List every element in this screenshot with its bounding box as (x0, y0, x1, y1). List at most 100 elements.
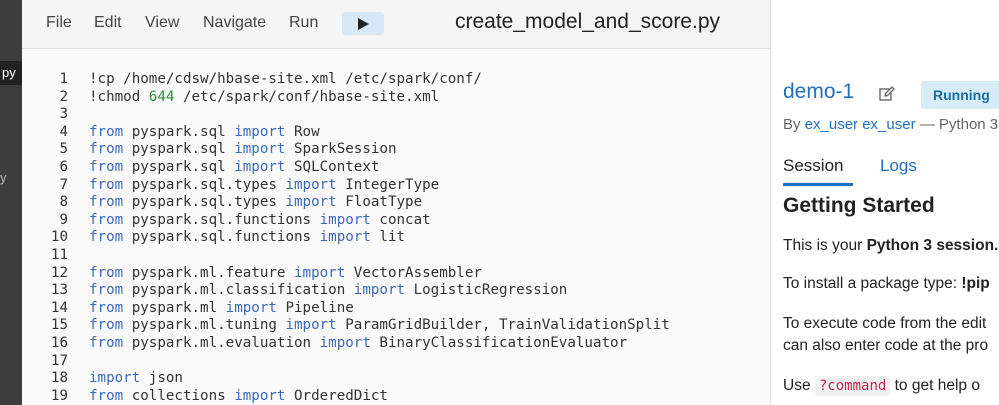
code-line[interactable]: 14 from pyspark.ml import Pipeline (22, 299, 354, 318)
code-line[interactable]: 4 from pyspark.sql import Row (22, 123, 319, 142)
code-line[interactable]: 7 from pyspark.sql.types import IntegerTy… (22, 177, 439, 195)
keyword-token: import (234, 123, 286, 140)
code-token: pyspark.sql (123, 158, 235, 175)
code-line[interactable]: 15 from pyspark.ml.tuning import ParamGri… (22, 317, 670, 335)
code-token: Row (285, 123, 320, 140)
code-text: !chmod 644 /etc/spark/conf/hbase-site.xm… (89, 89, 439, 107)
line-number: 9 (59, 211, 68, 228)
code-token: pyspark.sql (123, 141, 235, 158)
code-text: from pyspark.sql import SQLContext (89, 159, 379, 177)
code-line[interactable]: 3 (22, 106, 68, 124)
line-number: 10 (50, 229, 68, 246)
code-line[interactable]: 1 !cp /home/cdsw/hbase-site.xml /etc/spar… (22, 71, 481, 89)
line-number: 15 (50, 317, 68, 334)
editor-toolbar: File Edit View Navigate Run create_model… (22, 0, 770, 49)
code-line[interactable]: 13 from pyspark.ml.classification import … (22, 282, 567, 300)
sidebar-item[interactable]: y (0, 170, 7, 185)
line-number: 2 (59, 88, 68, 105)
keyword-token: import (225, 299, 277, 316)
menu-edit[interactable]: Edit (94, 14, 122, 32)
keyword-token: import (319, 229, 371, 246)
status-badge: Running (921, 81, 999, 109)
line-number: 6 (59, 158, 68, 175)
code-line[interactable]: 5 from pyspark.sql import SparkSession (22, 141, 396, 159)
keyword-token: from (89, 387, 124, 404)
line-number: 17 (50, 352, 68, 369)
code-line[interactable]: 6 from pyspark.sql import SQLContext (22, 158, 379, 177)
help-text: Use (783, 377, 815, 394)
session-name[interactable]: demo-1 (783, 80, 854, 104)
code-token: pyspark.ml.classification (123, 282, 354, 299)
code-token: pyspark.sql.functions (123, 229, 320, 246)
keyword-token: import (353, 282, 406, 299)
file-name: create_model_and_score.py (455, 10, 721, 33)
line-number: 8 (59, 194, 68, 211)
line-number: 4 (59, 123, 68, 140)
code-line[interactable]: 18 import json (22, 370, 183, 388)
code-line[interactable]: 12 from pyspark.ml.feature import VectorA… (22, 264, 482, 283)
code-line[interactable]: 10 from pyspark.sql.functions import lit (22, 229, 405, 247)
code-text: from pyspark.sql.types import FloatType (89, 194, 422, 212)
keyword-token: import (294, 264, 346, 281)
execute-line-2: can also enter code at the pro (783, 337, 989, 354)
code-token: pyspark.ml.feature (123, 264, 295, 281)
code-text: from pyspark.sql.functions import lit (89, 229, 405, 247)
menu-run[interactable]: Run (289, 14, 318, 32)
code-token: pyspark.sql.types (123, 176, 286, 193)
code-text: from pyspark.ml import Pipeline (89, 300, 354, 318)
help-command: ?command (814, 376, 891, 396)
code-lines[interactable]: 1 !cp /home/cdsw/hbase-site.xml /etc/spar… (22, 71, 670, 405)
keyword-token: from (89, 317, 124, 334)
code-line[interactable]: 9 from pyspark.sql.functions import conca… (22, 211, 430, 230)
keyword-token: from (89, 334, 124, 351)
code-line[interactable]: 8 from pyspark.sql.types import FloatType (22, 194, 422, 212)
user-link[interactable]: ex_user ex_user (805, 116, 916, 133)
install-text: To install a package type: (783, 275, 962, 292)
keyword-token: from (89, 299, 124, 316)
code-line[interactable]: 19 from collections import OrderedDict (22, 387, 388, 405)
intro-paragraph: This is your Python 3 session. (783, 235, 998, 257)
code-token: VectorAssembler (345, 264, 482, 281)
code-token: !cp /home/cdsw/hbase-site.xml /etc/spark… (89, 71, 482, 87)
tab-logs[interactable]: Logs (880, 156, 917, 176)
edit-icon[interactable] (878, 85, 896, 103)
keyword-token: import (234, 387, 286, 404)
code-token: OrderedDict (285, 387, 388, 404)
execute-line-1: To execute code from the edit (783, 315, 987, 332)
line-number: 3 (59, 106, 68, 123)
keyword-token: from (89, 141, 124, 158)
line-number: 12 (50, 264, 68, 281)
line-number: 19 (50, 387, 68, 404)
keyword-token: import (285, 317, 337, 334)
code-line[interactable]: 2 !chmod 644 /etc/spark/conf/hbase-site.x… (22, 88, 439, 107)
run-button[interactable] (342, 12, 384, 35)
menu-view[interactable]: View (145, 14, 179, 32)
keyword-token: import (285, 176, 337, 193)
keyword-token: from (89, 264, 124, 281)
code-line[interactable]: 11 (22, 247, 68, 265)
menu-file[interactable]: File (46, 14, 72, 32)
line-number: 14 (50, 299, 68, 316)
intro-text: This is your (783, 237, 867, 254)
left-sidebar: py y (0, 0, 29, 405)
code-text: from pyspark.ml.classification import Lo… (89, 282, 567, 300)
code-text: from pyspark.ml.tuning import ParamGridB… (89, 317, 670, 335)
menu-navigate[interactable]: Navigate (203, 14, 266, 32)
code-line[interactable]: 17 (22, 353, 68, 371)
code-token: concat (370, 211, 431, 228)
install-paragraph: To install a package type: !pip (783, 273, 990, 295)
code-token: pyspark.ml (123, 299, 226, 316)
line-number: 18 (50, 370, 68, 387)
keyword-token: import (89, 370, 141, 387)
tab-session[interactable]: Session (783, 156, 843, 176)
code-token: pyspark.sql.functions (123, 211, 320, 228)
code-token: pyspark.ml.evaluation (123, 334, 320, 351)
code-text: !cp /home/cdsw/hbase-site.xml /etc/spark… (89, 71, 482, 89)
code-token: pyspark.sql (123, 123, 235, 140)
sidebar-item-active[interactable]: py (0, 61, 29, 85)
code-text: from pyspark.sql.types import IntegerTyp… (89, 177, 439, 195)
code-token: lit (370, 229, 406, 246)
code-line[interactable]: 16 from pyspark.ml.evaluation import Bina… (22, 335, 627, 353)
play-icon (358, 17, 369, 30)
code-editor[interactable]: 1 !cp /home/cdsw/hbase-site.xml /etc/spar… (22, 49, 770, 405)
